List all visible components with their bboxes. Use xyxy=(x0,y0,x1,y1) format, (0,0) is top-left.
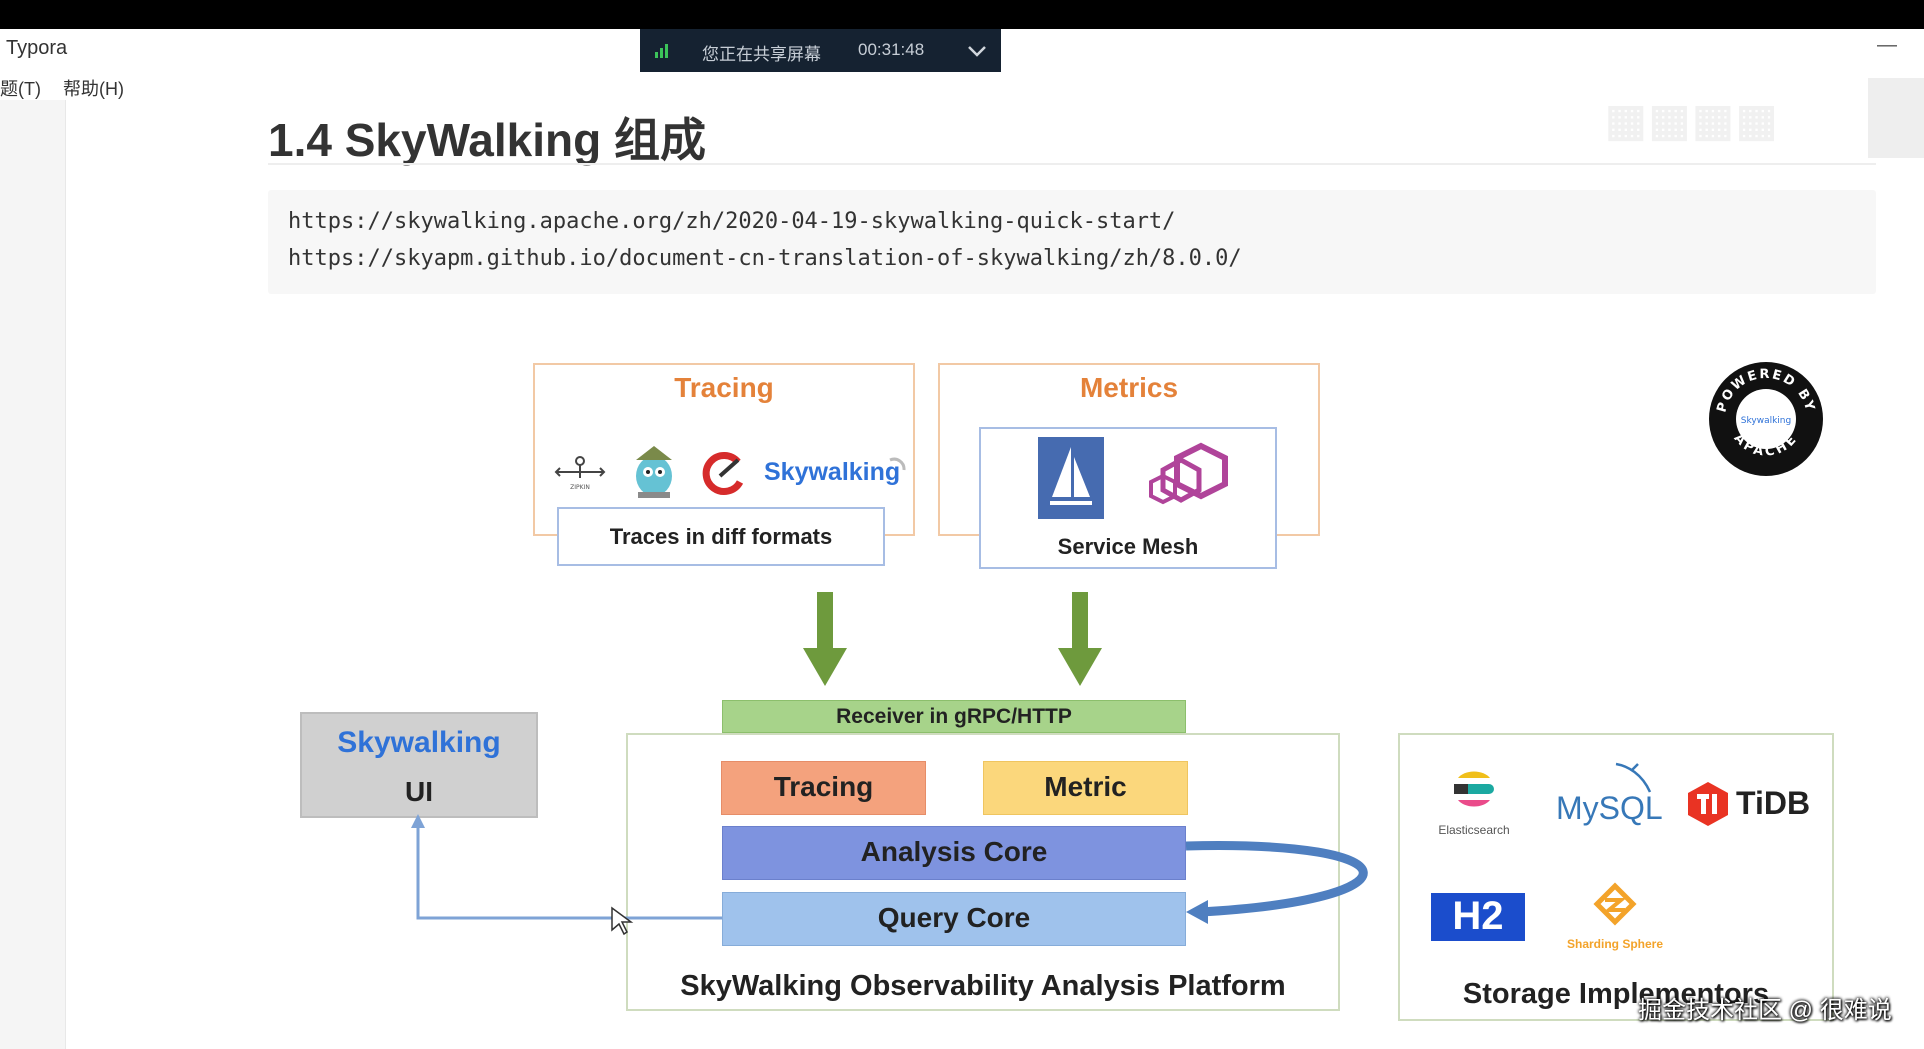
connector-lines xyxy=(411,814,1368,936)
app-title: Typora xyxy=(6,37,68,59)
down-arrow-icon xyxy=(1058,592,1102,686)
chevron-down-icon[interactable] xyxy=(964,38,990,64)
receiver-label: Receiver in gRPC/HTTP xyxy=(836,705,1072,728)
ui-logo-text: Skywalking xyxy=(337,726,501,759)
menu-bar: 题(T) 帮助(H) xyxy=(0,75,124,101)
service-mesh-label: Service Mesh xyxy=(1057,534,1199,559)
screen-share-bar[interactable]: 您正在共享屏幕 00:31:48 xyxy=(640,29,1001,72)
tracing-title: Tracing xyxy=(674,372,774,403)
screen-top-bar xyxy=(0,0,1924,29)
istio-icon xyxy=(1038,437,1104,519)
traces-label: Traces in diff formats xyxy=(609,524,833,549)
metric-core-label: Metric xyxy=(1044,771,1127,802)
footer-watermark: 掘金技术社区 @ 很难说 xyxy=(1638,997,1892,1024)
sharding-sphere-label: Sharding Sphere xyxy=(1566,937,1664,951)
code-line: https://skywalking.apache.org/zh/2020-04… xyxy=(288,209,1176,234)
c-trace-logo-icon xyxy=(702,452,744,495)
page-title: 1.4 SkyWalking 组成 xyxy=(268,114,706,166)
elasticsearch-label: Elasticsearch xyxy=(1438,823,1510,837)
tidb-icon xyxy=(1688,782,1728,826)
signal-icon xyxy=(655,44,668,58)
badge-logo-text: Skywalking xyxy=(1741,416,1791,426)
powered-by-apache-badge-icon: POWERED BY APACHE Skywalking xyxy=(1709,362,1823,476)
menu-item-theme[interactable]: 题(T) xyxy=(0,75,41,101)
share-timer: 00:31:48 xyxy=(858,40,925,59)
skywalking-swirl-icon xyxy=(889,457,906,471)
jaeger-mascot-icon xyxy=(636,446,672,498)
tracing-core-label: Tracing xyxy=(773,771,874,802)
sharding-sphere-icon xyxy=(1593,882,1637,926)
metrics-title: Metrics xyxy=(1079,372,1179,403)
zipkin-logo-icon: ZIPKIN xyxy=(554,456,606,491)
minimize-button[interactable]: — xyxy=(1877,34,1897,57)
down-arrow-icon xyxy=(803,592,847,686)
faded-watermark: ▦▦▦▦ xyxy=(1605,96,1780,145)
code-block[interactable]: https://skywalking.apache.org/zh/2020-04… xyxy=(268,190,1876,294)
menu-item-help[interactable]: 帮助(H) xyxy=(63,75,124,101)
skywalking-logo-text: Skywalking xyxy=(764,458,901,486)
faded-logo xyxy=(1868,78,1924,158)
envoy-icon xyxy=(1149,442,1228,505)
elasticsearch-icon xyxy=(1454,771,1494,807)
mysql-dolphin-icon xyxy=(1615,762,1652,793)
tidb-label: TiDB xyxy=(1736,785,1811,821)
zipkin-text: ZIPKIN xyxy=(570,484,590,491)
sidebar xyxy=(0,100,66,1049)
share-message: 您正在共享屏幕 xyxy=(702,45,821,64)
platform-label: SkyWalking Observability Analysis Platfo… xyxy=(680,970,1286,1002)
heading-divider xyxy=(268,163,1876,165)
h2-label: H2 xyxy=(1452,894,1504,938)
code-line: https://skyapm.github.io/document-cn-tra… xyxy=(288,246,1242,271)
